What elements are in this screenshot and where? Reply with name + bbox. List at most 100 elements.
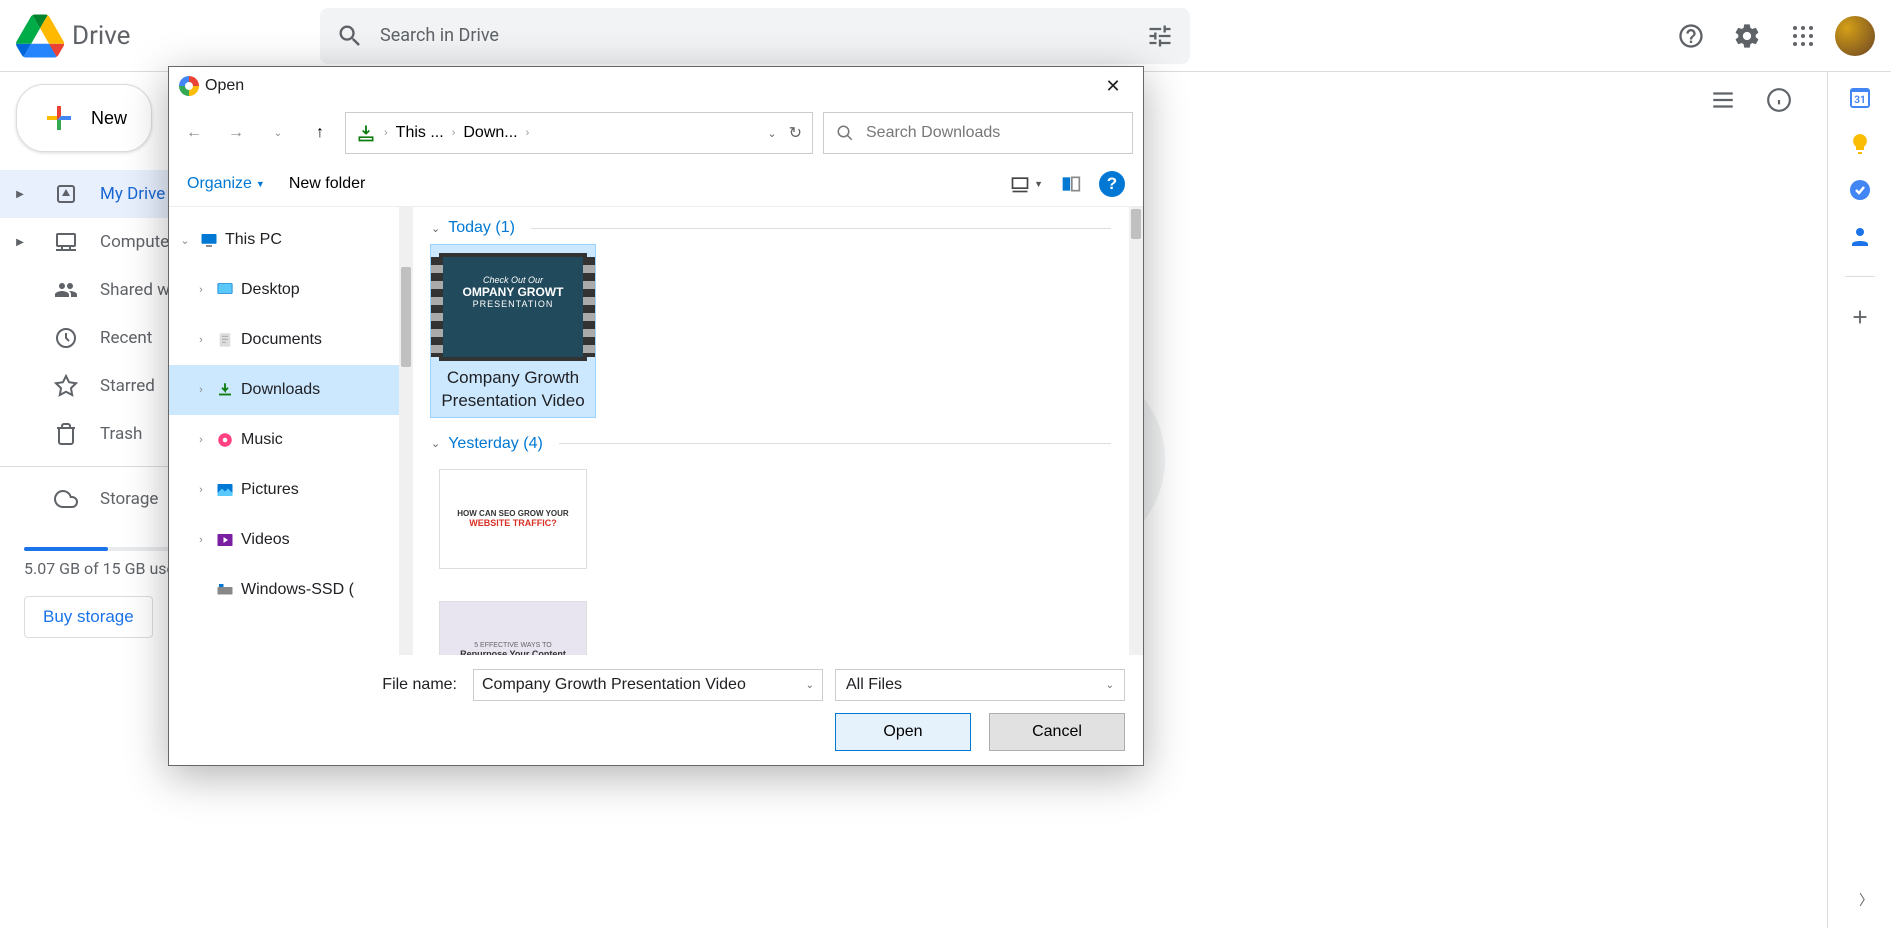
- tree-scrollbar[interactable]: [399, 207, 413, 655]
- file-item[interactable]: HOW CAN SEO GROW YOUR WEBSITE TRAFFIC?: [431, 461, 595, 579]
- expand-icon[interactable]: ›: [193, 484, 209, 496]
- filetype-select[interactable]: All Files ⌄: [835, 669, 1125, 701]
- search-icon: [336, 22, 364, 50]
- group-yesterday[interactable]: ⌄ Yesterday (4): [431, 435, 1111, 453]
- tree-pictures[interactable]: › Pictures: [169, 465, 399, 515]
- expand-icon[interactable]: ›: [193, 384, 209, 396]
- videos-icon: [215, 530, 235, 550]
- expand-icon[interactable]: ›: [193, 534, 209, 546]
- nav-recent-dropdown[interactable]: ⌄: [263, 118, 293, 148]
- info-icon: [1766, 87, 1792, 113]
- nav-label: Recent: [100, 328, 152, 348]
- download-folder-icon: [356, 123, 376, 143]
- dialog-title: Open: [205, 77, 244, 95]
- pc-icon: [199, 230, 219, 250]
- support-button[interactable]: [1667, 12, 1715, 60]
- video-thumbnail: Check Out Our OMPANY GROWT PRESENTATION: [439, 253, 587, 361]
- gear-icon: [1733, 22, 1761, 50]
- people-icon: [52, 276, 80, 304]
- drive-logo[interactable]: Drive: [16, 12, 320, 60]
- tree-documents[interactable]: › Documents: [169, 315, 399, 365]
- details-button[interactable]: [1755, 76, 1803, 124]
- search-bar[interactable]: Search in Drive: [320, 8, 1190, 64]
- expand-icon[interactable]: ›: [193, 334, 209, 346]
- dialog-search[interactable]: Search Downloads: [823, 112, 1133, 154]
- view-mode-dropdown[interactable]: ▼: [1010, 174, 1043, 194]
- header-actions: [1667, 12, 1875, 60]
- dialog-titlebar: Open ✕: [169, 67, 1143, 105]
- collapse-icon[interactable]: ⌄: [177, 234, 193, 247]
- tree-downloads[interactable]: › Downloads: [169, 365, 399, 415]
- open-button[interactable]: Open: [835, 713, 971, 751]
- new-button[interactable]: New: [16, 84, 152, 152]
- chrome-icon: [179, 76, 199, 96]
- address-dropdown-icon[interactable]: ⌄: [767, 127, 776, 140]
- trash-icon: [52, 420, 80, 448]
- downloads-icon: [215, 380, 235, 400]
- dialog-close-button[interactable]: ✕: [1093, 71, 1133, 101]
- side-panel: 31: [1827, 72, 1891, 928]
- group-today[interactable]: ⌄ Today (1): [431, 219, 1111, 237]
- apps-button[interactable]: [1779, 12, 1827, 60]
- tree-desktop[interactable]: › Desktop: [169, 265, 399, 315]
- caret-icon: ▶: [8, 237, 32, 248]
- calendar-app-icon[interactable]: 31: [1846, 84, 1874, 112]
- music-icon: [215, 430, 235, 450]
- content-scrollbar[interactable]: [1129, 207, 1143, 655]
- keep-app-icon[interactable]: [1846, 130, 1874, 158]
- buy-storage-button[interactable]: Buy storage: [24, 596, 153, 638]
- nav-label: Storage: [100, 489, 158, 509]
- caret-icon: ▶: [8, 189, 32, 200]
- drive-icon: [52, 180, 80, 208]
- apps-icon: [1791, 24, 1815, 48]
- computers-icon: [52, 228, 80, 256]
- help-button[interactable]: ?: [1099, 171, 1125, 197]
- file-list: ⌄ Today (1) Check Out Our OMPANY GROWT P…: [413, 207, 1129, 655]
- breadcrumb-downloads[interactable]: Down...: [463, 124, 517, 142]
- tree-music[interactable]: › Music: [169, 415, 399, 465]
- tasks-app-icon[interactable]: [1846, 176, 1874, 204]
- cloud-icon: [52, 485, 80, 513]
- file-item-selected[interactable]: Check Out Our OMPANY GROWT PRESENTATION …: [431, 245, 595, 417]
- expand-icon[interactable]: ›: [193, 284, 209, 296]
- tree-this-pc[interactable]: ⌄ This PC: [169, 215, 399, 265]
- nav-back-button[interactable]: ←: [179, 118, 209, 148]
- tree-videos[interactable]: › Videos: [169, 515, 399, 565]
- nav-label: Trash: [100, 424, 142, 444]
- search-icon: [836, 124, 854, 142]
- new-folder-button[interactable]: New folder: [289, 175, 365, 193]
- filename-input[interactable]: Company Growth Presentation Video ⌄: [473, 669, 823, 701]
- get-addons-button[interactable]: [1846, 303, 1874, 331]
- documents-icon: [215, 330, 235, 350]
- nav-forward-button[interactable]: →: [221, 118, 251, 148]
- search-options-icon[interactable]: [1146, 22, 1174, 50]
- dialog-toolbar: Organize ▼ New folder ▼ ?: [169, 161, 1143, 207]
- list-view-button[interactable]: [1699, 76, 1747, 124]
- dialog-footer: File name: Company Growth Presentation V…: [169, 655, 1143, 765]
- organize-dropdown[interactable]: Organize ▼: [187, 175, 265, 193]
- file-name: Company Growth Presentation Video: [435, 367, 591, 413]
- dialog-navbar: ← → ⌄ ↑ › This ... › Down... › ⌄ ↻ Searc…: [169, 105, 1143, 161]
- cancel-button[interactable]: Cancel: [989, 713, 1125, 751]
- pictures-icon: [215, 480, 235, 500]
- address-bar[interactable]: › This ... › Down... › ⌄ ↻: [345, 112, 813, 154]
- chevron-icon: ›: [526, 127, 530, 139]
- tree-windows-ssd[interactable]: Windows-SSD (: [169, 565, 399, 615]
- preview-pane-button[interactable]: [1061, 174, 1081, 194]
- drive-logo-icon: [16, 12, 64, 60]
- file-open-dialog: Open ✕ ← → ⌄ ↑ › This ... › Down... › ⌄ …: [168, 66, 1144, 766]
- dropdown-icon[interactable]: ⌄: [806, 680, 814, 691]
- filename-label: File name:: [187, 676, 457, 694]
- search-placeholder: Search Downloads: [866, 124, 1000, 142]
- user-avatar[interactable]: [1835, 16, 1875, 56]
- contacts-app-icon[interactable]: [1846, 222, 1874, 250]
- file-item[interactable]: 5 EFFECTIVE WAYS TO Repurpose Your Conte…: [431, 593, 595, 655]
- image-thumbnail: 5 EFFECTIVE WAYS TO Repurpose Your Conte…: [439, 601, 587, 655]
- side-panel-toggle[interactable]: 〉: [1859, 890, 1873, 910]
- expand-icon[interactable]: ›: [193, 434, 209, 446]
- settings-button[interactable]: [1723, 12, 1771, 60]
- star-icon: [52, 372, 80, 400]
- refresh-icon[interactable]: ↻: [789, 123, 802, 143]
- breadcrumb-this-pc[interactable]: This ...: [396, 124, 444, 142]
- nav-up-button[interactable]: ↑: [305, 118, 335, 148]
